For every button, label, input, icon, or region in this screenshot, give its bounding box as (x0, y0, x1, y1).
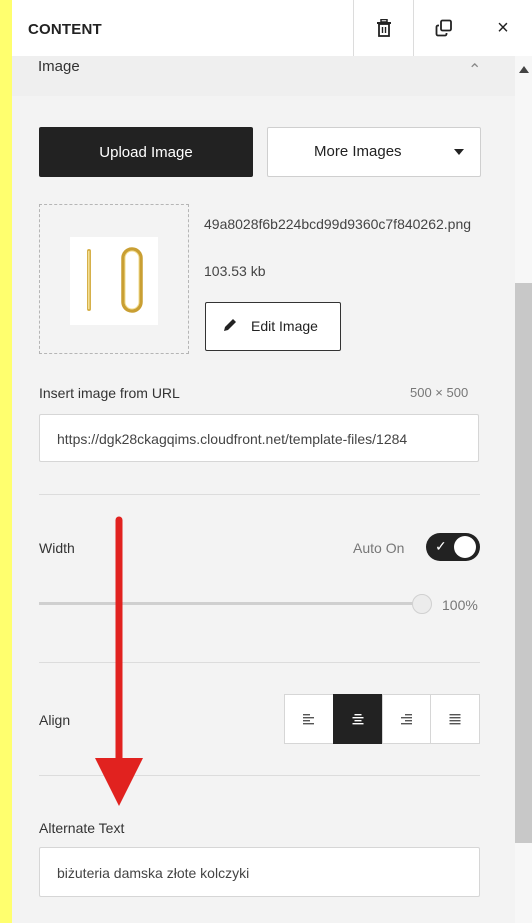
url-label: Insert image from URL (39, 385, 180, 401)
section-title: Image (38, 58, 80, 75)
align-label: Align (39, 712, 71, 728)
toggle-knob (454, 536, 476, 558)
more-images-label: More Images (314, 143, 402, 160)
duplicate-button[interactable] (413, 0, 474, 56)
image-settings: Upload Image More Images 49a8028f6b224bc… (12, 96, 515, 923)
pencil-icon (224, 319, 236, 331)
align-left-icon (302, 714, 314, 725)
width-value: 100% (442, 597, 478, 613)
auto-width-toggle[interactable]: ✓ (426, 533, 480, 561)
caret-down-icon (454, 149, 464, 155)
edit-image-button[interactable]: Edit Image (205, 302, 341, 351)
trash-icon (377, 19, 391, 37)
align-left-button[interactable] (284, 694, 334, 744)
image-dimensions: 500 × 500 (410, 385, 469, 400)
divider (39, 775, 480, 776)
duplicate-icon (435, 19, 452, 37)
image-section-header[interactable]: Image ⌃ (12, 56, 515, 96)
chevron-up-icon[interactable]: ⌃ (468, 60, 481, 80)
earrings-image (70, 237, 158, 325)
delete-button[interactable] (353, 0, 414, 56)
panel-title: CONTENT (28, 21, 102, 38)
align-justify-icon (449, 714, 461, 725)
panel-header: CONTENT × (12, 0, 532, 57)
image-url-input[interactable]: https://dgk28ckagqims.cloudfront.net/tem… (39, 414, 479, 462)
align-button-group (284, 694, 480, 744)
upload-image-button[interactable]: Upload Image (39, 127, 253, 177)
width-slider-thumb[interactable] (412, 594, 432, 614)
align-right-button[interactable] (381, 694, 432, 744)
alt-text-label: Alternate Text (39, 820, 125, 836)
align-center-button[interactable] (332, 694, 383, 744)
divider (39, 494, 480, 495)
align-center-icon (352, 714, 364, 725)
file-name: 49a8028f6b224bcd99d9360c7f840262.png (204, 216, 472, 232)
auto-on-label: Auto On (353, 540, 405, 556)
scrollbar-thumb[interactable] (515, 283, 532, 843)
file-size: 103.53 kb (204, 263, 266, 279)
close-icon: × (497, 16, 509, 39)
align-justify-button[interactable] (430, 694, 480, 744)
width-slider-track[interactable] (39, 602, 425, 605)
edit-image-label: Edit Image (251, 318, 318, 334)
alt-text-input[interactable]: biżuteria damska złote kolczyki (39, 847, 480, 897)
check-icon: ✓ (435, 538, 447, 554)
width-label: Width (39, 540, 75, 556)
more-images-dropdown[interactable]: More Images (267, 127, 481, 177)
scroll-up-arrow-icon[interactable] (519, 66, 529, 73)
divider (39, 662, 480, 663)
align-right-icon (401, 714, 413, 725)
image-thumbnail[interactable] (39, 204, 189, 354)
close-button[interactable]: × (473, 0, 532, 56)
content-panel: CONTENT × Image ⌃ Upload Image More Imag… (12, 0, 532, 923)
